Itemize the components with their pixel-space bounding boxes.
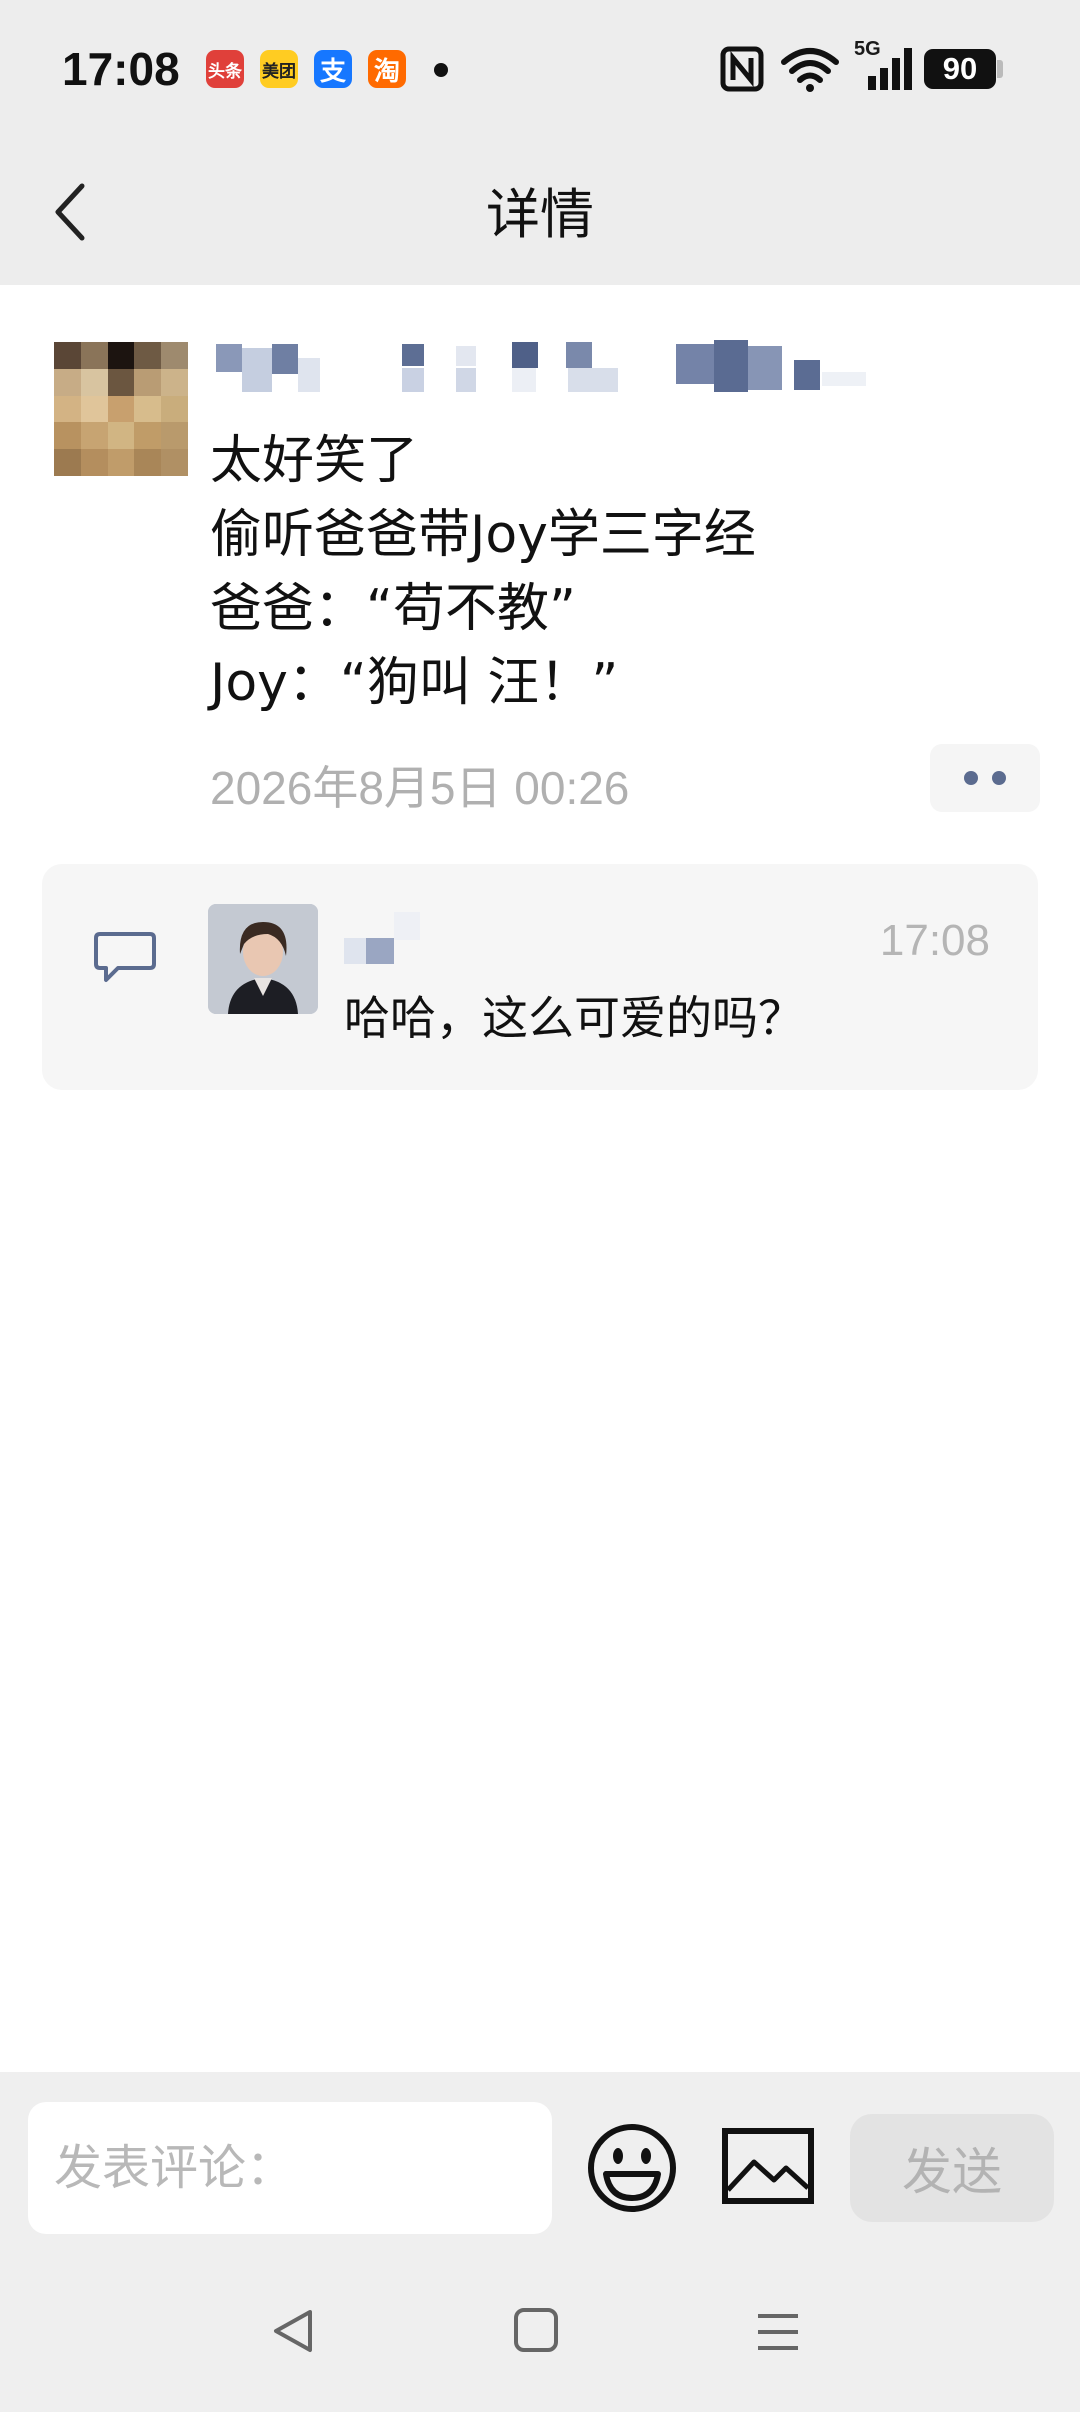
comment-text: 哈哈，这么可爱的吗？ [344,991,804,1045]
toutiao-app-icon: 头条 [206,50,244,88]
battery-level: 90 [924,49,996,89]
alipay-app-icon: 支 [314,50,352,88]
post-line: 偷听爸爸带Joy学三字经 [210,505,756,565]
taobao-app-icon: 淘 [368,50,406,88]
triangle-back-icon[interactable] [268,2306,318,2356]
network-type-label: 5G [854,38,881,60]
meituan-app-icon: 美团 [260,50,298,88]
more-dots-icon [964,771,978,785]
comment-input[interactable] [28,2102,552,2234]
send-button[interactable]: 发送 [850,2114,1054,2222]
post-line: Joy：“狗叫 汪！” [210,653,619,713]
status-bar: 17:08 头条 美团 支 淘 5G 90 [0,0,1080,140]
poster-avatar[interactable] [54,342,188,476]
page-title: 详情 [486,183,594,246]
poster-name-redacted [216,340,866,392]
signal-icon: 5G [854,38,912,98]
comment-card[interactable]: 17:08 哈哈，这么可爱的吗？ [42,864,1038,1090]
battery-cap [997,60,1003,78]
post-line: 太好笑了 [210,431,419,491]
nfc-icon [720,46,764,92]
commenter-avatar[interactable] [208,904,318,1014]
post-content: 太好笑了 偷听爸爸带Joy学三字经 爸爸：“苟不教” Joy：“狗叫 汪！” [210,424,1030,720]
menu-lines-icon[interactable] [754,2310,802,2354]
system-nav-bar [0,2290,1080,2390]
post-timestamp: 2026年8月5日 00:26 [210,762,630,814]
image-icon[interactable] [722,2128,814,2204]
emoji-icon[interactable] [586,2122,678,2214]
more-dots-icon [992,771,1006,785]
square-home-icon[interactable] [512,2306,560,2354]
commenter-name-redacted [344,912,420,964]
comment-bubble-icon [94,932,156,982]
notification-dot-icon [434,63,448,77]
page-header: 详情 [0,140,1080,285]
post-line: 爸爸：“苟不教” [210,579,576,639]
wifi-icon [781,48,839,92]
more-button[interactable] [930,744,1040,812]
status-time: 17:08 [62,43,180,95]
comment-time: 17:08 [879,916,990,965]
